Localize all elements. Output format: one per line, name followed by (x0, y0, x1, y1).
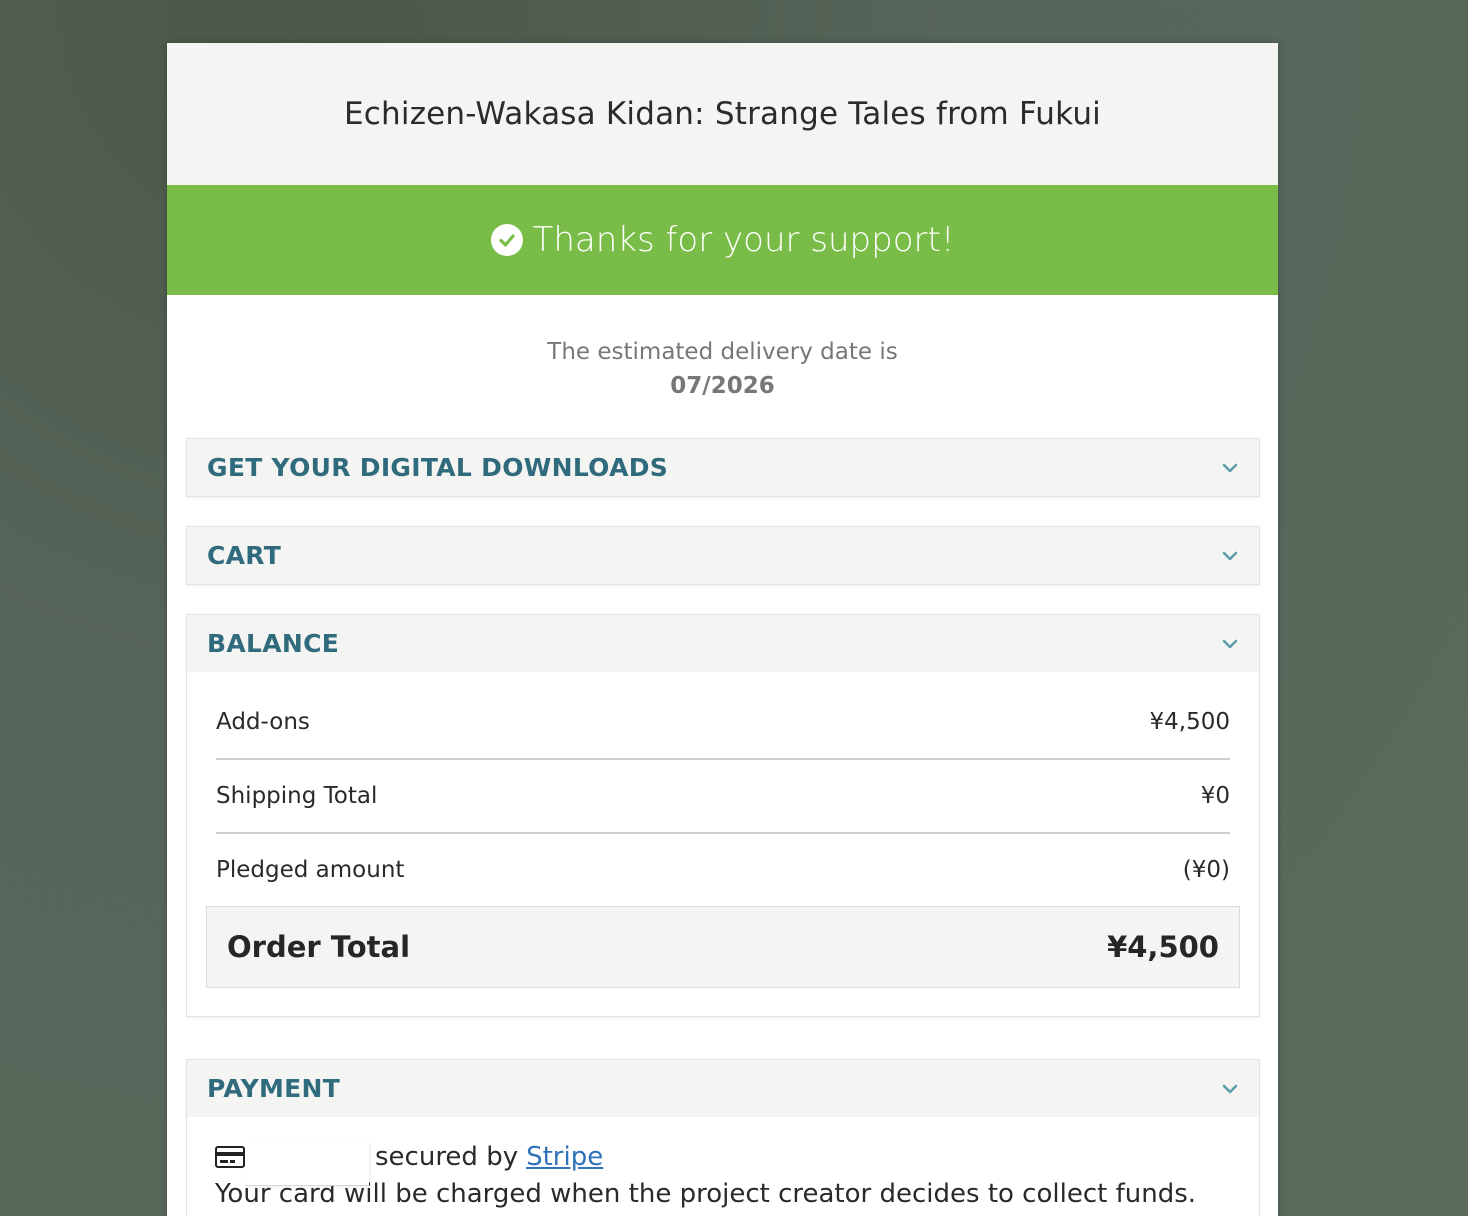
order-total-value: ¥4,500 (1107, 930, 1219, 964)
downloads-section: GET YOUR DIGITAL DOWNLOADS (186, 438, 1260, 497)
project-header: Echizen-Wakasa Kidan: Strange Tales from… (167, 43, 1278, 185)
row-value: ¥4,500 (1149, 709, 1230, 735)
delivery-info: The estimated delivery date is 07/2026 (167, 295, 1278, 403)
cart-section: CART (186, 526, 1260, 585)
downloads-header[interactable]: GET YOUR DIGITAL DOWNLOADS (187, 439, 1259, 496)
cart-label: CART (207, 541, 282, 570)
success-message: Thanks for your support! (532, 220, 955, 260)
payment-section: PAYMENT secured by Stripe Your card will… (186, 1059, 1260, 1216)
payment-line: secured by Stripe (215, 1139, 1231, 1186)
balance-header[interactable]: BALANCE (187, 615, 1259, 672)
payment-header[interactable]: PAYMENT (187, 1060, 1259, 1117)
check-circle-icon (490, 224, 523, 256)
pledge-card: Echizen-Wakasa Kidan: Strange Tales from… (167, 43, 1278, 1216)
row-value: ¥0 (1200, 783, 1230, 809)
balance-row-shipping: Shipping Total ¥0 (216, 760, 1230, 834)
card-number-input[interactable] (245, 1140, 369, 1186)
downloads-label: GET YOUR DIGITAL DOWNLOADS (207, 453, 669, 482)
balance-label: BALANCE (207, 629, 340, 658)
success-banner: Thanks for your support! (167, 185, 1278, 295)
chevron-down-icon[interactable] (1221, 547, 1239, 565)
stripe-link[interactable]: Stripe (526, 1142, 603, 1172)
balance-section: BALANCE Add-ons ¥4,500 Shipping Total ¥0… (186, 614, 1260, 1017)
row-label: Pledged amount (216, 857, 405, 883)
row-value: (¥0) (1182, 857, 1230, 883)
balance-row-pledged: Pledged amount (¥0) (216, 834, 1230, 906)
cart-header[interactable]: CART (187, 527, 1259, 584)
project-title: Echizen-Wakasa Kidan: Strange Tales from… (344, 96, 1101, 132)
payment-label: PAYMENT (207, 1074, 341, 1103)
payment-body: secured by Stripe Your card will be char… (187, 1117, 1259, 1211)
chevron-down-icon[interactable] (1221, 459, 1239, 477)
delivery-date: 07/2026 (670, 373, 775, 399)
row-label: Shipping Total (216, 783, 378, 809)
balance-row-addons: Add-ons ¥4,500 (216, 686, 1230, 760)
chevron-down-icon[interactable] (1221, 635, 1239, 653)
secured-text: secured by (375, 1142, 519, 1172)
row-label: Add-ons (216, 709, 310, 735)
credit-card-icon (215, 1146, 245, 1168)
order-total: Order Total ¥4,500 (206, 906, 1240, 988)
order-total-label: Order Total (227, 930, 411, 964)
chevron-down-icon[interactable] (1221, 1080, 1239, 1098)
balance-body: Add-ons ¥4,500 Shipping Total ¥0 Pledged… (187, 672, 1259, 1016)
delivery-text: The estimated delivery date is (547, 339, 898, 365)
